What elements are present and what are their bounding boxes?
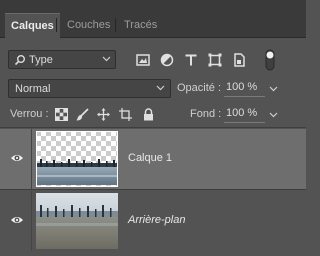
chevron-down-icon xyxy=(102,56,111,62)
filter-toggle-icon[interactable] xyxy=(265,49,275,71)
tab-couches[interactable]: Couches xyxy=(61,13,116,38)
fill-label: Fond : xyxy=(190,108,222,120)
visibility-column-divider xyxy=(31,191,32,251)
layer-row-divider xyxy=(0,189,306,190)
fill-chevron-down-icon[interactable] xyxy=(269,112,278,118)
background-thumbnail-image xyxy=(36,193,118,249)
blend-options-row: Normal Opacité : 100 % xyxy=(0,77,306,99)
lock-artboard-icon[interactable] xyxy=(119,108,132,121)
search-icon xyxy=(14,55,25,66)
layer-name[interactable]: Calque 1 xyxy=(128,152,172,164)
tab-divider xyxy=(115,18,116,32)
fill-input[interactable]: 100 % xyxy=(226,107,257,119)
lock-all-icon[interactable] xyxy=(142,108,155,121)
toolbar-divider xyxy=(0,127,306,128)
smart-object-filter-icon[interactable] xyxy=(232,53,246,67)
layer-thumbnail[interactable] xyxy=(36,131,118,187)
filter-kind-select[interactable]: Type xyxy=(8,50,116,69)
type-filter-icon[interactable] xyxy=(184,53,198,67)
adjustment-filter-icon[interactable] xyxy=(160,53,174,67)
opacity-underline xyxy=(224,96,265,97)
tab-calques[interactable]: Calques xyxy=(5,13,60,38)
opacity-input[interactable]: 100 % xyxy=(226,81,257,93)
lock-position-icon[interactable] xyxy=(97,108,110,121)
visibility-column-divider xyxy=(31,129,32,189)
opacity-label: Opacité : xyxy=(177,82,222,94)
layer-filter-bar: Type xyxy=(0,44,306,74)
chevron-down-icon xyxy=(156,85,165,91)
image-filter-icon[interactable] xyxy=(136,53,150,67)
lock-transparent-pixels-icon[interactable] xyxy=(55,108,68,121)
panel-tab-bar: Calques Couches Tracés xyxy=(0,0,306,38)
visibility-eye-icon[interactable] xyxy=(10,153,24,163)
blend-mode-value: Normal xyxy=(15,83,51,95)
filter-kind-label: Type xyxy=(29,54,53,66)
layer-row-arriere-plan[interactable]: Arrière-plan xyxy=(0,191,306,251)
blend-mode-select[interactable]: Normal xyxy=(8,79,171,98)
shape-filter-icon[interactable] xyxy=(208,53,222,67)
tab-traces[interactable]: Tracés xyxy=(118,13,163,38)
opacity-chevron-down-icon[interactable] xyxy=(269,86,278,92)
lock-image-pixels-icon[interactable] xyxy=(76,108,89,121)
layer-thumbnail[interactable] xyxy=(36,193,118,249)
tab-divider xyxy=(56,18,57,32)
layer-row-calque-1[interactable]: Calque 1 xyxy=(0,129,306,189)
fill-underline xyxy=(224,122,265,123)
visibility-eye-icon[interactable] xyxy=(10,215,24,225)
lock-label: Verrou : xyxy=(10,108,49,120)
thumbnail-selection-border xyxy=(36,131,118,187)
lock-options-row: Verrou : Fond : 100 % xyxy=(0,103,306,125)
layer-name[interactable]: Arrière-plan xyxy=(128,214,185,226)
